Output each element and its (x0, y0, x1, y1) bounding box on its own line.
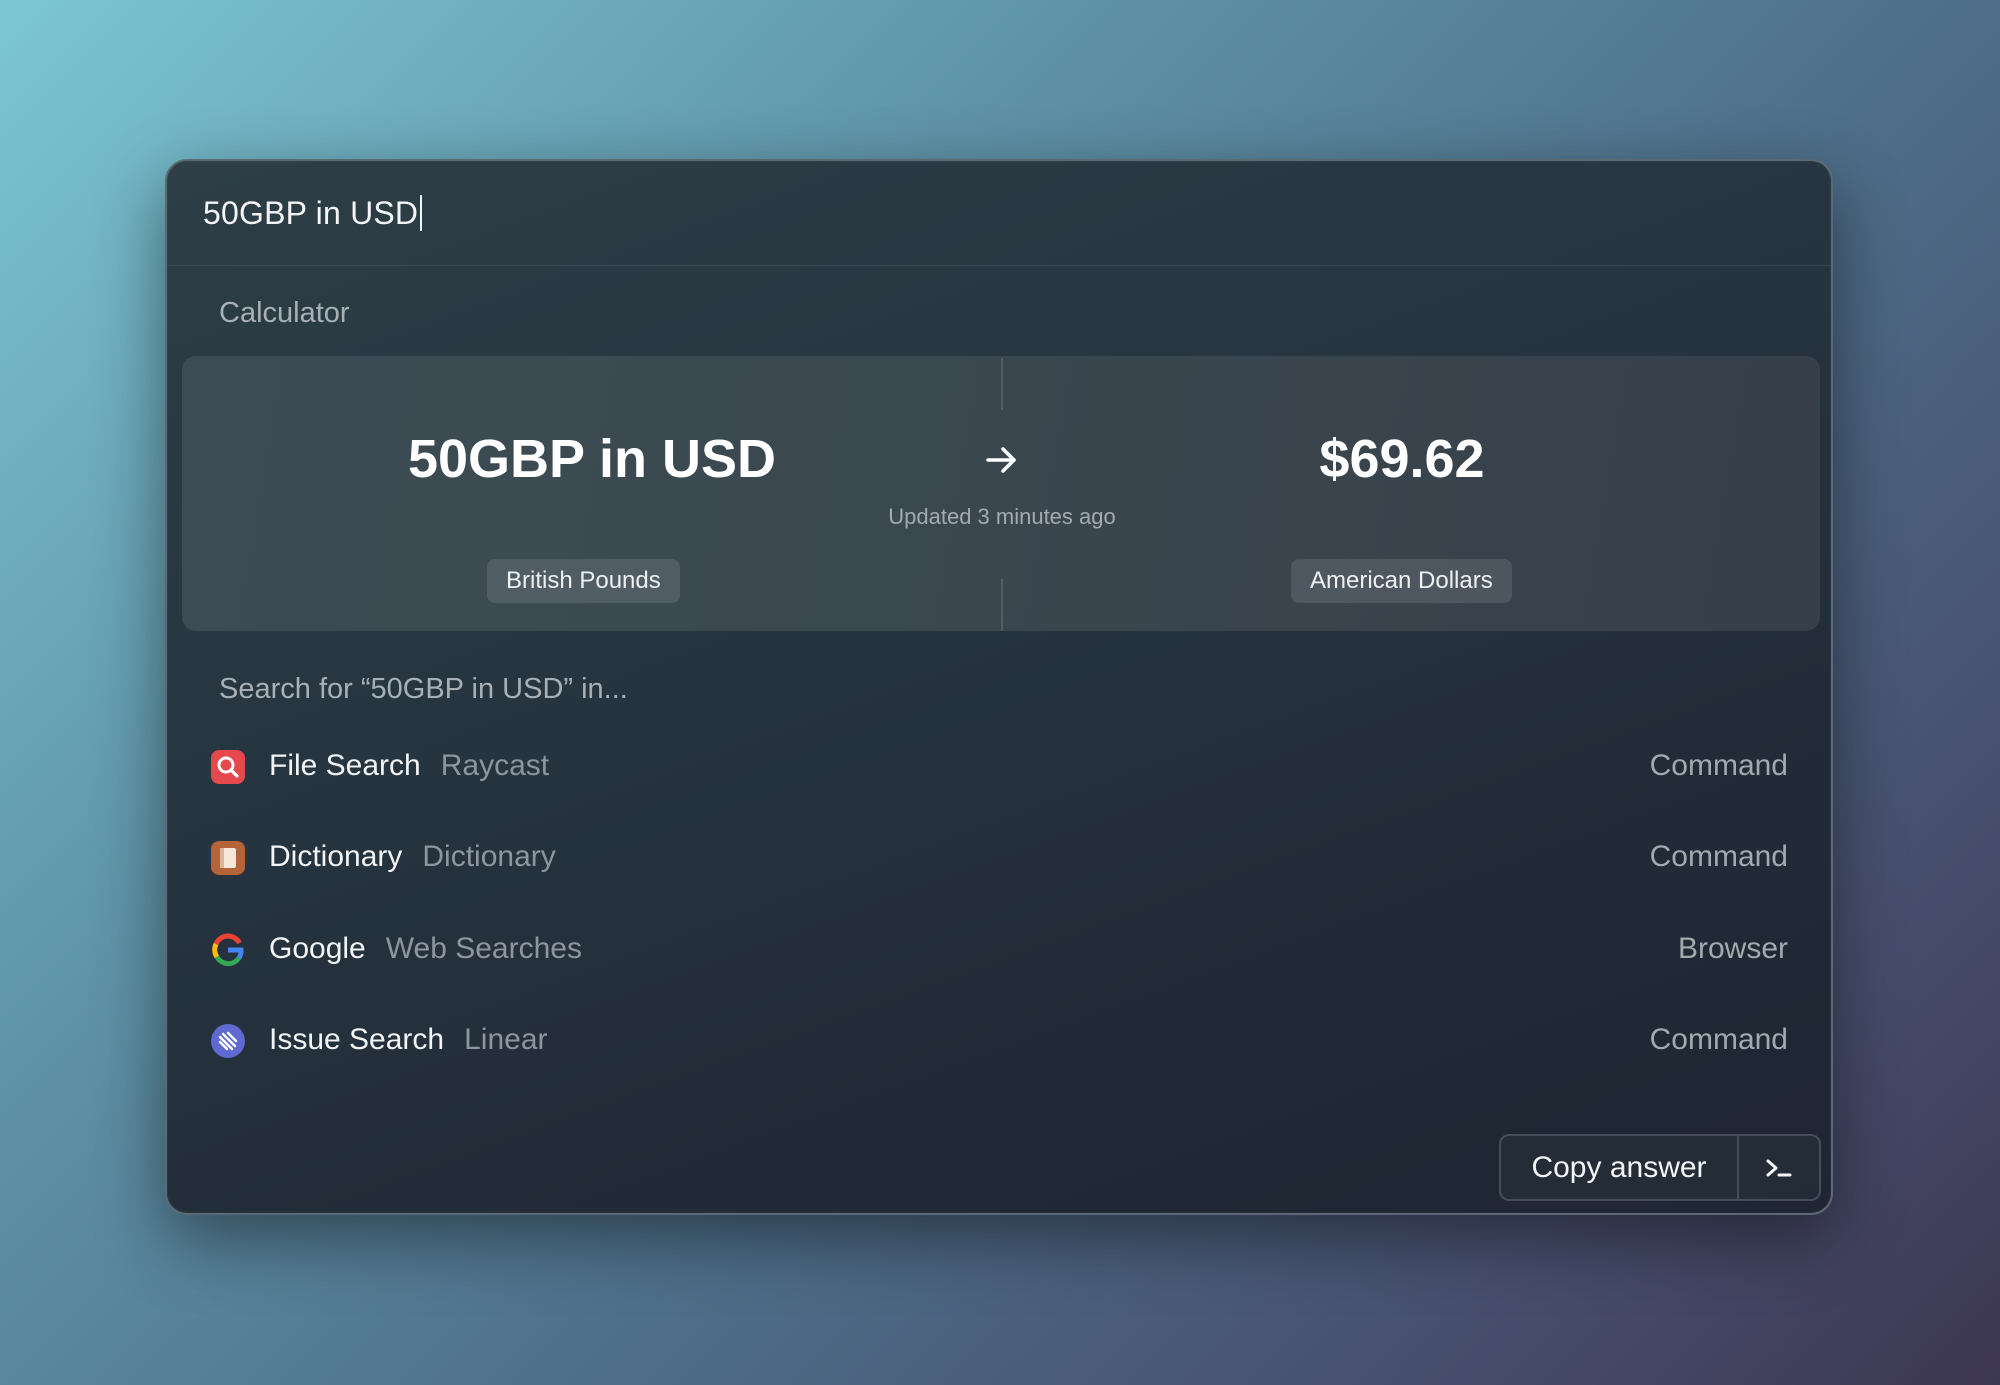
calculator-input-expression: 50GBP in USD (407, 429, 777, 489)
terminal-icon (1766, 1159, 1792, 1176)
arrow-right-icon (986, 447, 1016, 473)
list-item-type: Command (1649, 749, 1788, 782)
list-item-subtitle: Raycast (440, 749, 550, 782)
list-item-name: File Search (269, 749, 421, 782)
calculator-divider (1001, 579, 1003, 631)
copy-answer-button[interactable]: Copy answer (1501, 1136, 1739, 1199)
list-item-name: Issue Search (269, 1023, 445, 1056)
list-item-file-search[interactable]: File Search Raycast Command (167, 731, 1831, 803)
list-item-name: Google (269, 932, 366, 965)
search-bar[interactable]: 50GBP in USD (167, 161, 1831, 266)
calculator-section-title: Calculator (219, 297, 350, 329)
calculator-divider (1001, 358, 1003, 410)
text-caret (420, 195, 423, 231)
google-icon (212, 933, 244, 967)
list-item-type: Command (1649, 840, 1788, 873)
list-item-title: Issue Search Linear (269, 1023, 548, 1057)
list-item-type: Browser (1677, 932, 1788, 965)
list-item-subtitle: Dictionary (422, 840, 556, 873)
calculator-result: $69.62 (1319, 429, 1485, 489)
search-input[interactable]: 50GBP in USD (203, 195, 418, 232)
list-item-type: Command (1649, 1023, 1788, 1056)
list-item-subtitle: Linear (464, 1023, 548, 1056)
list-item-subtitle: Web Searches (385, 932, 582, 965)
list-item-title: Google Web Searches (269, 932, 582, 966)
list-item-dictionary[interactable]: Dictionary Dictionary Command (167, 822, 1831, 894)
linear-icon (211, 1024, 245, 1058)
list-item-title: File Search Raycast (269, 749, 549, 783)
action-menu-button[interactable] (1739, 1136, 1819, 1199)
file-search-icon (211, 750, 245, 784)
list-item-issue-search[interactable]: Issue Search Linear Command (167, 1005, 1831, 1077)
calculator-updated-text: Updated 3 minutes ago (888, 504, 1116, 529)
calculator-card[interactable]: 50GBP in USD $69.62 Updated 3 minutes ag… (182, 356, 1820, 631)
dictionary-icon (211, 841, 245, 875)
launcher-window: 50GBP in USD Calculator 50GBP in USD $69… (165, 159, 1833, 1215)
list-item-google[interactable]: Google Web Searches Browser (167, 914, 1831, 986)
from-unit-badge: British Pounds (487, 559, 680, 603)
list-item-title: Dictionary Dictionary (269, 840, 556, 874)
list-item-name: Dictionary (269, 840, 403, 873)
to-unit-badge: American Dollars (1291, 559, 1512, 603)
action-bar: Copy answer (1499, 1134, 1821, 1201)
search-in-section-title: Search for “50GBP in USD” in... (219, 673, 628, 705)
